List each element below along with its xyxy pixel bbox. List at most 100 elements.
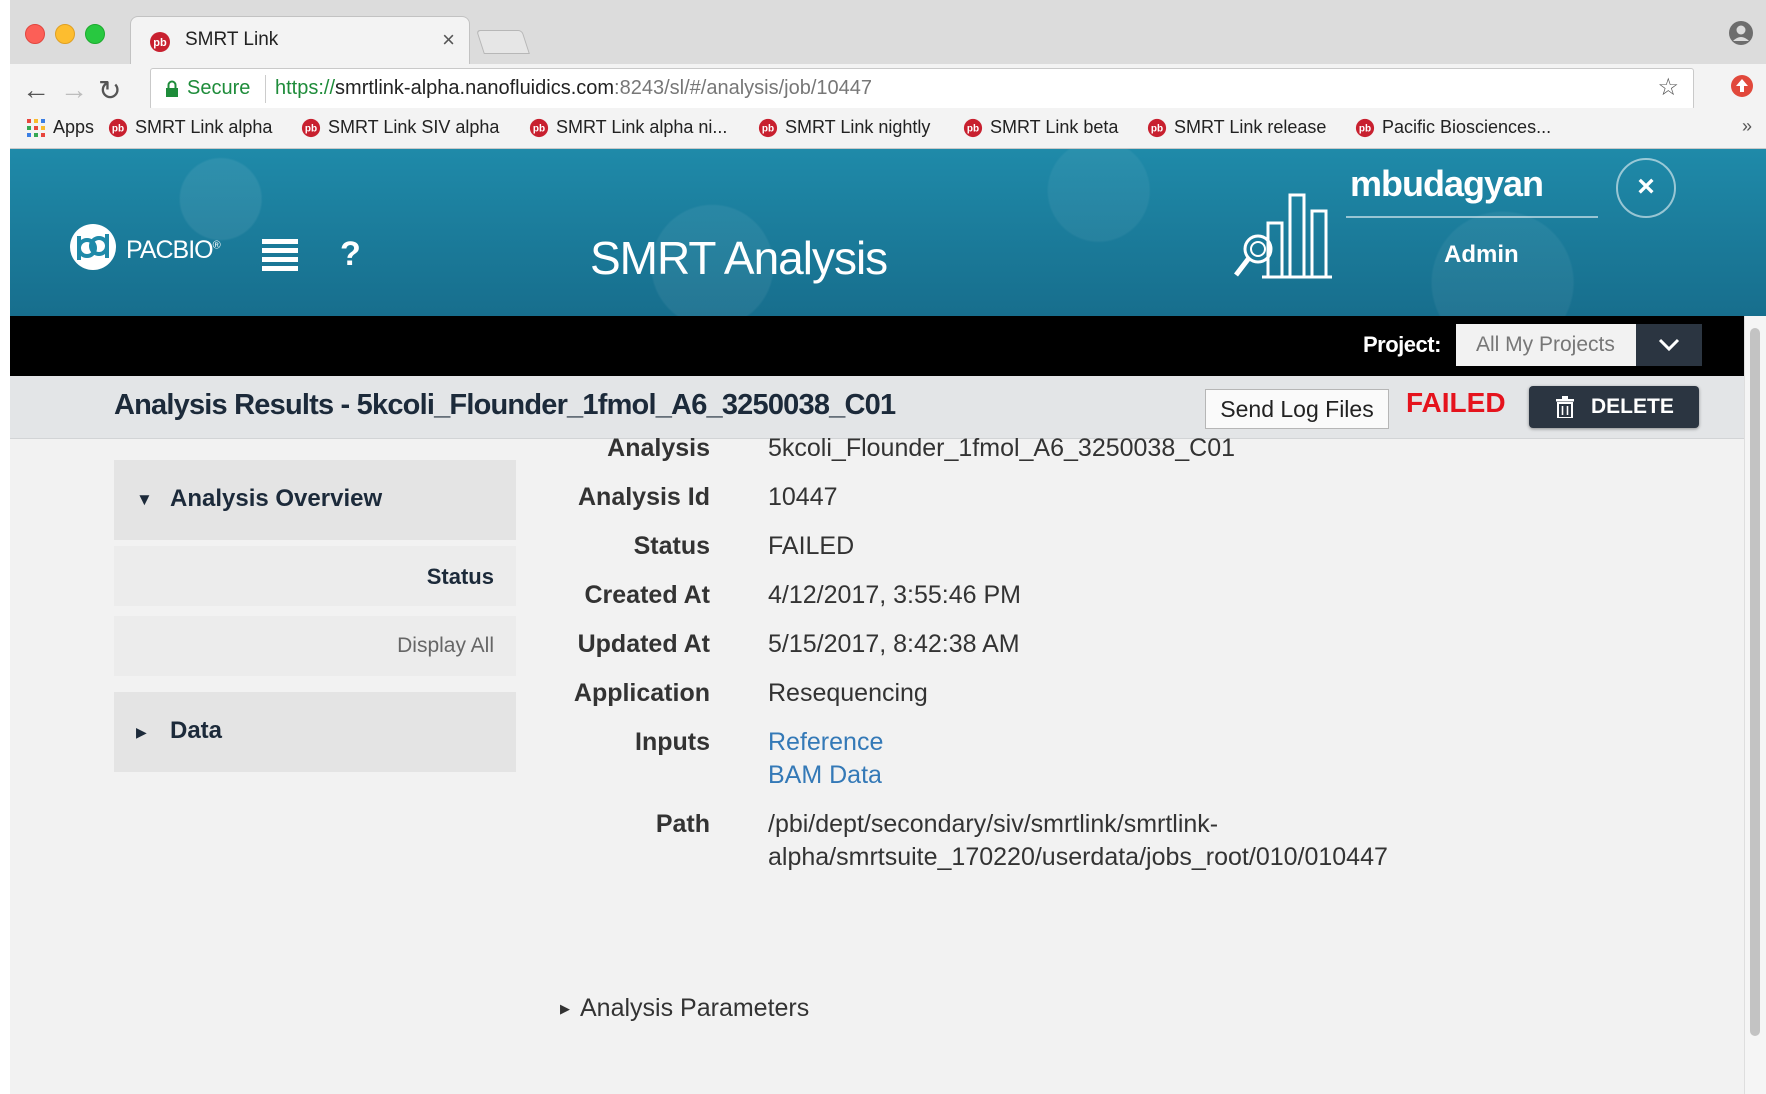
created-at-label: Created At bbox=[584, 581, 711, 609]
maximize-window-button[interactable] bbox=[85, 24, 105, 44]
bookmark-smrt-link-alpha-nightly[interactable]: pb SMRT Link alpha ni... bbox=[529, 117, 727, 138]
tab-close-icon[interactable]: × bbox=[442, 27, 455, 53]
bookmark-label: SMRT Link release bbox=[1174, 117, 1327, 137]
svg-text:pb: pb bbox=[112, 124, 124, 135]
bookmark-label: Apps bbox=[53, 117, 95, 137]
profile-icon[interactable] bbox=[1728, 20, 1754, 46]
project-label: Project: bbox=[1363, 332, 1441, 357]
send-log-files-button[interactable]: Send Log Files bbox=[1205, 389, 1389, 429]
forward-icon[interactable]: → bbox=[60, 74, 88, 106]
browser-tab[interactable]: pb SMRT Link × bbox=[130, 16, 470, 67]
registered-mark: ® bbox=[212, 239, 221, 252]
bookmark-label: SMRT Link alpha bbox=[135, 117, 273, 137]
svg-text:pb: pb bbox=[1151, 124, 1163, 135]
hamburger-menu-icon[interactable] bbox=[262, 239, 298, 273]
app-title: SMRT Analysis bbox=[590, 232, 888, 284]
input-link-reference[interactable]: Reference bbox=[768, 728, 883, 757]
sidebar-item-label: Analysis Overview bbox=[170, 485, 383, 512]
analysis-parameters-toggle[interactable]: ▶ Analysis Parameters bbox=[560, 994, 809, 1023]
bookmark-smrt-link-nightly[interactable]: pb SMRT Link nightly bbox=[758, 117, 930, 138]
user-name[interactable]: mbudagyan bbox=[1350, 163, 1544, 205]
project-select[interactable]: All My Projects bbox=[1456, 324, 1636, 366]
pacbio-favicon-icon: pb bbox=[1355, 118, 1375, 138]
updated-at-label: Updated At bbox=[577, 630, 710, 658]
bookmark-pacific-biosciences[interactable]: pb Pacific Biosciences... bbox=[1355, 117, 1551, 138]
path-value-line1: /pbi/dept/secondary/siv/smrtlink/smrtlin… bbox=[768, 810, 1219, 838]
browser-window: pb SMRT Link × ← → ↻ Secure https://smrt… bbox=[10, 0, 1766, 1094]
user-divider bbox=[1346, 216, 1598, 218]
pacbio-favicon-icon: pb bbox=[108, 118, 128, 138]
tab-title: SMRT Link bbox=[185, 29, 279, 50]
back-icon[interactable]: ← bbox=[22, 74, 50, 106]
analysis-parameters-label: Analysis Parameters bbox=[580, 994, 810, 1022]
page-title: Analysis Results - 5kcoli_Flounder_1fmol… bbox=[114, 389, 896, 421]
analysis-label: Analysis bbox=[607, 434, 710, 462]
input-link-bam-data[interactable]: BAM Data bbox=[768, 761, 882, 790]
analysis-value: 5kcoli_Flounder_1fmol_A6_3250038_C01 bbox=[768, 434, 1236, 462]
url-scheme: https:// bbox=[275, 77, 336, 99]
bookmarks-bar: Apps pb SMRT Link alpha pb SMRT Link SIV a… bbox=[10, 108, 1766, 149]
main-content: Analysis Results - 5kcoli_Flounder_1fmol… bbox=[10, 376, 1744, 1094]
bookmark-smrt-link-alpha[interactable]: pb SMRT Link alpha bbox=[108, 117, 272, 138]
address-bar[interactable]: Secure https://smrtlink-alpha.nanofluidi… bbox=[150, 68, 1694, 110]
url-text[interactable]: https://smrtlink-alpha.nanofluidics.com:… bbox=[275, 77, 872, 100]
extension-icon[interactable] bbox=[1730, 74, 1754, 98]
user-role: Admin bbox=[1444, 241, 1519, 268]
secure-label: Secure bbox=[187, 77, 251, 99]
pacbio-favicon-icon: pb bbox=[963, 118, 983, 138]
close-window-button[interactable] bbox=[25, 24, 45, 44]
brand-text: PACBIO bbox=[126, 236, 214, 264]
chevron-down-icon bbox=[1658, 338, 1680, 352]
application-label: Application bbox=[573, 679, 710, 707]
delete-button[interactable]: DELETE bbox=[1529, 386, 1699, 428]
new-tab-button[interactable] bbox=[476, 30, 530, 54]
status-badge: FAILED bbox=[1406, 387, 1506, 418]
analysis-chart-icon bbox=[1234, 193, 1332, 279]
apps-grid-icon bbox=[27, 119, 45, 137]
expanded-caret-icon: ▼ bbox=[136, 490, 153, 509]
bookmark-star-icon[interactable]: ☆ bbox=[1657, 73, 1679, 102]
help-icon[interactable]: ? bbox=[340, 235, 361, 274]
address-separator bbox=[265, 75, 266, 103]
collapsed-caret-icon: ▶ bbox=[560, 1001, 570, 1016]
updated-at-value: 5/15/2017, 8:42:38 AM bbox=[768, 630, 1020, 658]
svg-text:pb: pb bbox=[153, 37, 167, 49]
lock-icon bbox=[166, 80, 178, 97]
pacbio-favicon-icon: pb bbox=[150, 32, 170, 52]
reload-icon[interactable]: ↻ bbox=[98, 74, 121, 107]
sidebar-item-label: Data bbox=[170, 717, 223, 744]
svg-text:pb: pb bbox=[1359, 124, 1371, 135]
pacbio-favicon-icon: pb bbox=[529, 118, 549, 138]
svg-text:pb: pb bbox=[533, 124, 545, 135]
analysis-id-value: 10447 bbox=[768, 483, 838, 511]
svg-text:pb: pb bbox=[305, 124, 317, 135]
project-dropdown-button[interactable] bbox=[1636, 324, 1702, 366]
svg-text:pb: pb bbox=[762, 124, 774, 135]
bookmark-apps[interactable]: Apps bbox=[26, 117, 94, 138]
bookmarks-overflow-icon[interactable]: » bbox=[1742, 116, 1752, 137]
bookmark-label: SMRT Link nightly bbox=[785, 117, 931, 137]
project-bar: Project: All My Projects bbox=[10, 316, 1766, 376]
tab-strip: pb SMRT Link × bbox=[10, 0, 1766, 67]
scrollbar-thumb[interactable] bbox=[1750, 328, 1760, 1036]
inputs-label: Inputs bbox=[635, 728, 710, 756]
pacbio-favicon-icon: pb bbox=[1147, 118, 1167, 138]
trash-icon bbox=[1556, 396, 1574, 418]
bookmark-smrt-link-beta[interactable]: pb SMRT Link beta bbox=[963, 117, 1118, 138]
pacbio-logo-icon[interactable] bbox=[68, 222, 118, 272]
results-bar: Analysis Results - 5kcoli_Flounder_1fmol… bbox=[10, 376, 1744, 439]
created-at-value: 4/12/2017, 3:55:46 PM bbox=[768, 581, 1021, 609]
bookmark-label: SMRT Link beta bbox=[990, 117, 1119, 137]
path-label: Path bbox=[655, 810, 710, 838]
bookmark-smrt-link-release[interactable]: pb SMRT Link release bbox=[1147, 117, 1326, 138]
app-header: PACBIO® ? SMRT Analysis mbudagyan Admin … bbox=[10, 149, 1766, 316]
path-value-line2: alpha/smrtsuite_170220/userdata/jobs_roo… bbox=[768, 843, 1388, 871]
pacbio-favicon-icon: pb bbox=[758, 118, 778, 138]
bookmark-label: SMRT Link SIV alpha bbox=[328, 117, 500, 137]
minimize-window-button[interactable] bbox=[55, 24, 75, 44]
delete-label: DELETE bbox=[1591, 395, 1674, 418]
url-path: :8243/sl/#/analysis/job/10447 bbox=[614, 77, 873, 99]
url-host: smrtlink-alpha.nanofluidics.com bbox=[335, 77, 615, 99]
bookmark-smrt-link-siv-alpha[interactable]: pb SMRT Link SIV alpha bbox=[301, 117, 499, 138]
close-icon[interactable]: × bbox=[1616, 158, 1676, 218]
